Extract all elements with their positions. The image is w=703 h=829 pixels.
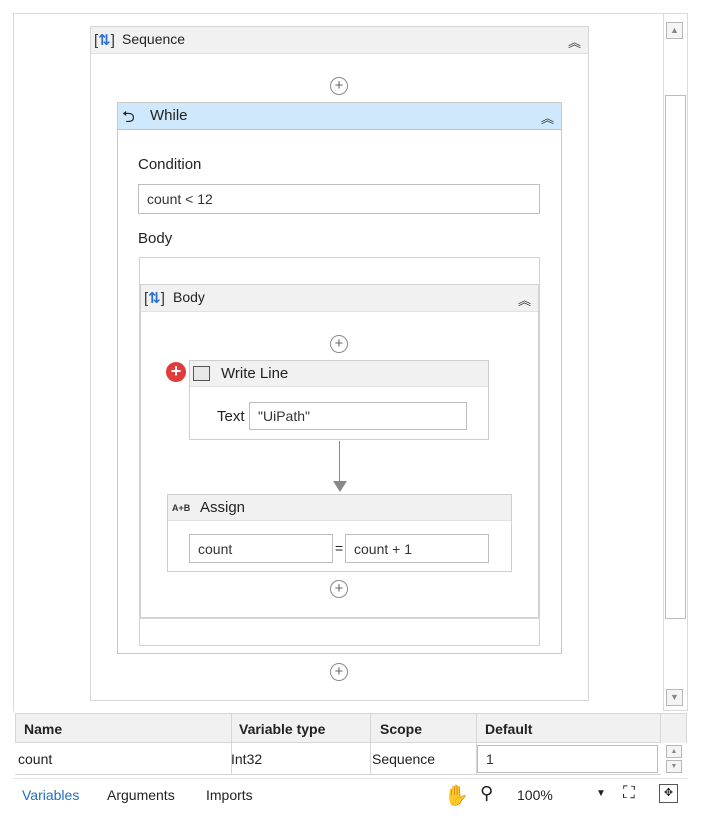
- hand-icon[interactable]: ✋: [444, 783, 469, 808]
- column-header-scope[interactable]: Scope: [380, 721, 422, 737]
- assign-to-input[interactable]: count: [189, 534, 333, 563]
- add-activity-icon[interactable]: +: [330, 580, 348, 598]
- variable-default-input[interactable]: 1: [477, 745, 658, 773]
- add-activity-icon[interactable]: +: [330, 335, 348, 353]
- connector-line: [339, 441, 340, 483]
- text-value: "UiPath": [258, 408, 310, 424]
- error-icon[interactable]: +: [166, 362, 186, 382]
- sequence-title: Sequence: [122, 31, 186, 47]
- variables-header-corner: [661, 713, 687, 743]
- connector-arrowhead: [333, 481, 347, 492]
- assign-icon: A+B: [172, 503, 191, 513]
- condition-input[interactable]: count < 12: [138, 184, 540, 214]
- assign-title: Assign: [200, 499, 246, 516]
- body-sequence-title: Body: [173, 289, 205, 305]
- while-title: While: [150, 107, 188, 124]
- tab-arguments[interactable]: Arguments: [107, 787, 175, 803]
- body-divider: [140, 618, 539, 619]
- fit-screen-icon[interactable]: ⛶: [623, 783, 635, 803]
- equals-sign: =: [335, 540, 344, 556]
- write-line-title: Write Line: [221, 365, 289, 382]
- condition-value: count < 12: [147, 191, 213, 207]
- write-line-icon: [193, 366, 210, 381]
- condition-label: Condition: [138, 156, 202, 173]
- zoom-level[interactable]: 100%: [517, 787, 553, 803]
- assign-to-value: count: [198, 540, 233, 557]
- variable-scope-cell[interactable]: Sequence: [372, 751, 435, 767]
- variables-header-row: [15, 713, 661, 743]
- grid-scroll-up-button[interactable]: ▲: [666, 745, 682, 758]
- sequence-icon: [⇅]: [144, 290, 165, 307]
- variable-default-value: 1: [486, 751, 494, 767]
- assign-value: count + 1: [354, 540, 412, 557]
- add-activity-icon[interactable]: +: [330, 663, 348, 681]
- column-header-variable-type[interactable]: Variable type: [239, 721, 325, 737]
- tab-variables[interactable]: Variables: [22, 787, 79, 803]
- collapse-icon[interactable]: ︽: [518, 290, 531, 309]
- assign-value-input[interactable]: count + 1: [345, 534, 489, 563]
- while-icon: ⮌: [122, 109, 135, 126]
- chevron-down-icon[interactable]: ▼: [596, 788, 606, 799]
- collapse-icon[interactable]: ︽: [541, 108, 554, 127]
- text-label: Text: [217, 408, 245, 425]
- zoom-icon[interactable]: ⚲: [480, 783, 493, 804]
- overview-icon[interactable]: ✥: [659, 784, 678, 803]
- variable-type-cell[interactable]: Int32: [231, 751, 262, 767]
- add-activity-icon[interactable]: +: [330, 77, 348, 95]
- scroll-down-button[interactable]: ▼: [666, 689, 683, 706]
- text-input[interactable]: "UiPath": [249, 402, 467, 430]
- sequence-icon: [⇅]: [94, 32, 115, 49]
- column-header-name[interactable]: Name: [24, 721, 62, 737]
- scroll-up-button[interactable]: ▲: [666, 22, 683, 39]
- scrollbar-thumb[interactable]: [665, 95, 686, 619]
- collapse-icon[interactable]: ︽: [568, 32, 581, 51]
- tab-imports[interactable]: Imports: [206, 787, 253, 803]
- body-label: Body: [138, 230, 173, 247]
- variable-name-cell[interactable]: count: [18, 751, 52, 767]
- column-header-default[interactable]: Default: [485, 721, 532, 737]
- grid-scroll-down-button[interactable]: ▼: [666, 760, 682, 773]
